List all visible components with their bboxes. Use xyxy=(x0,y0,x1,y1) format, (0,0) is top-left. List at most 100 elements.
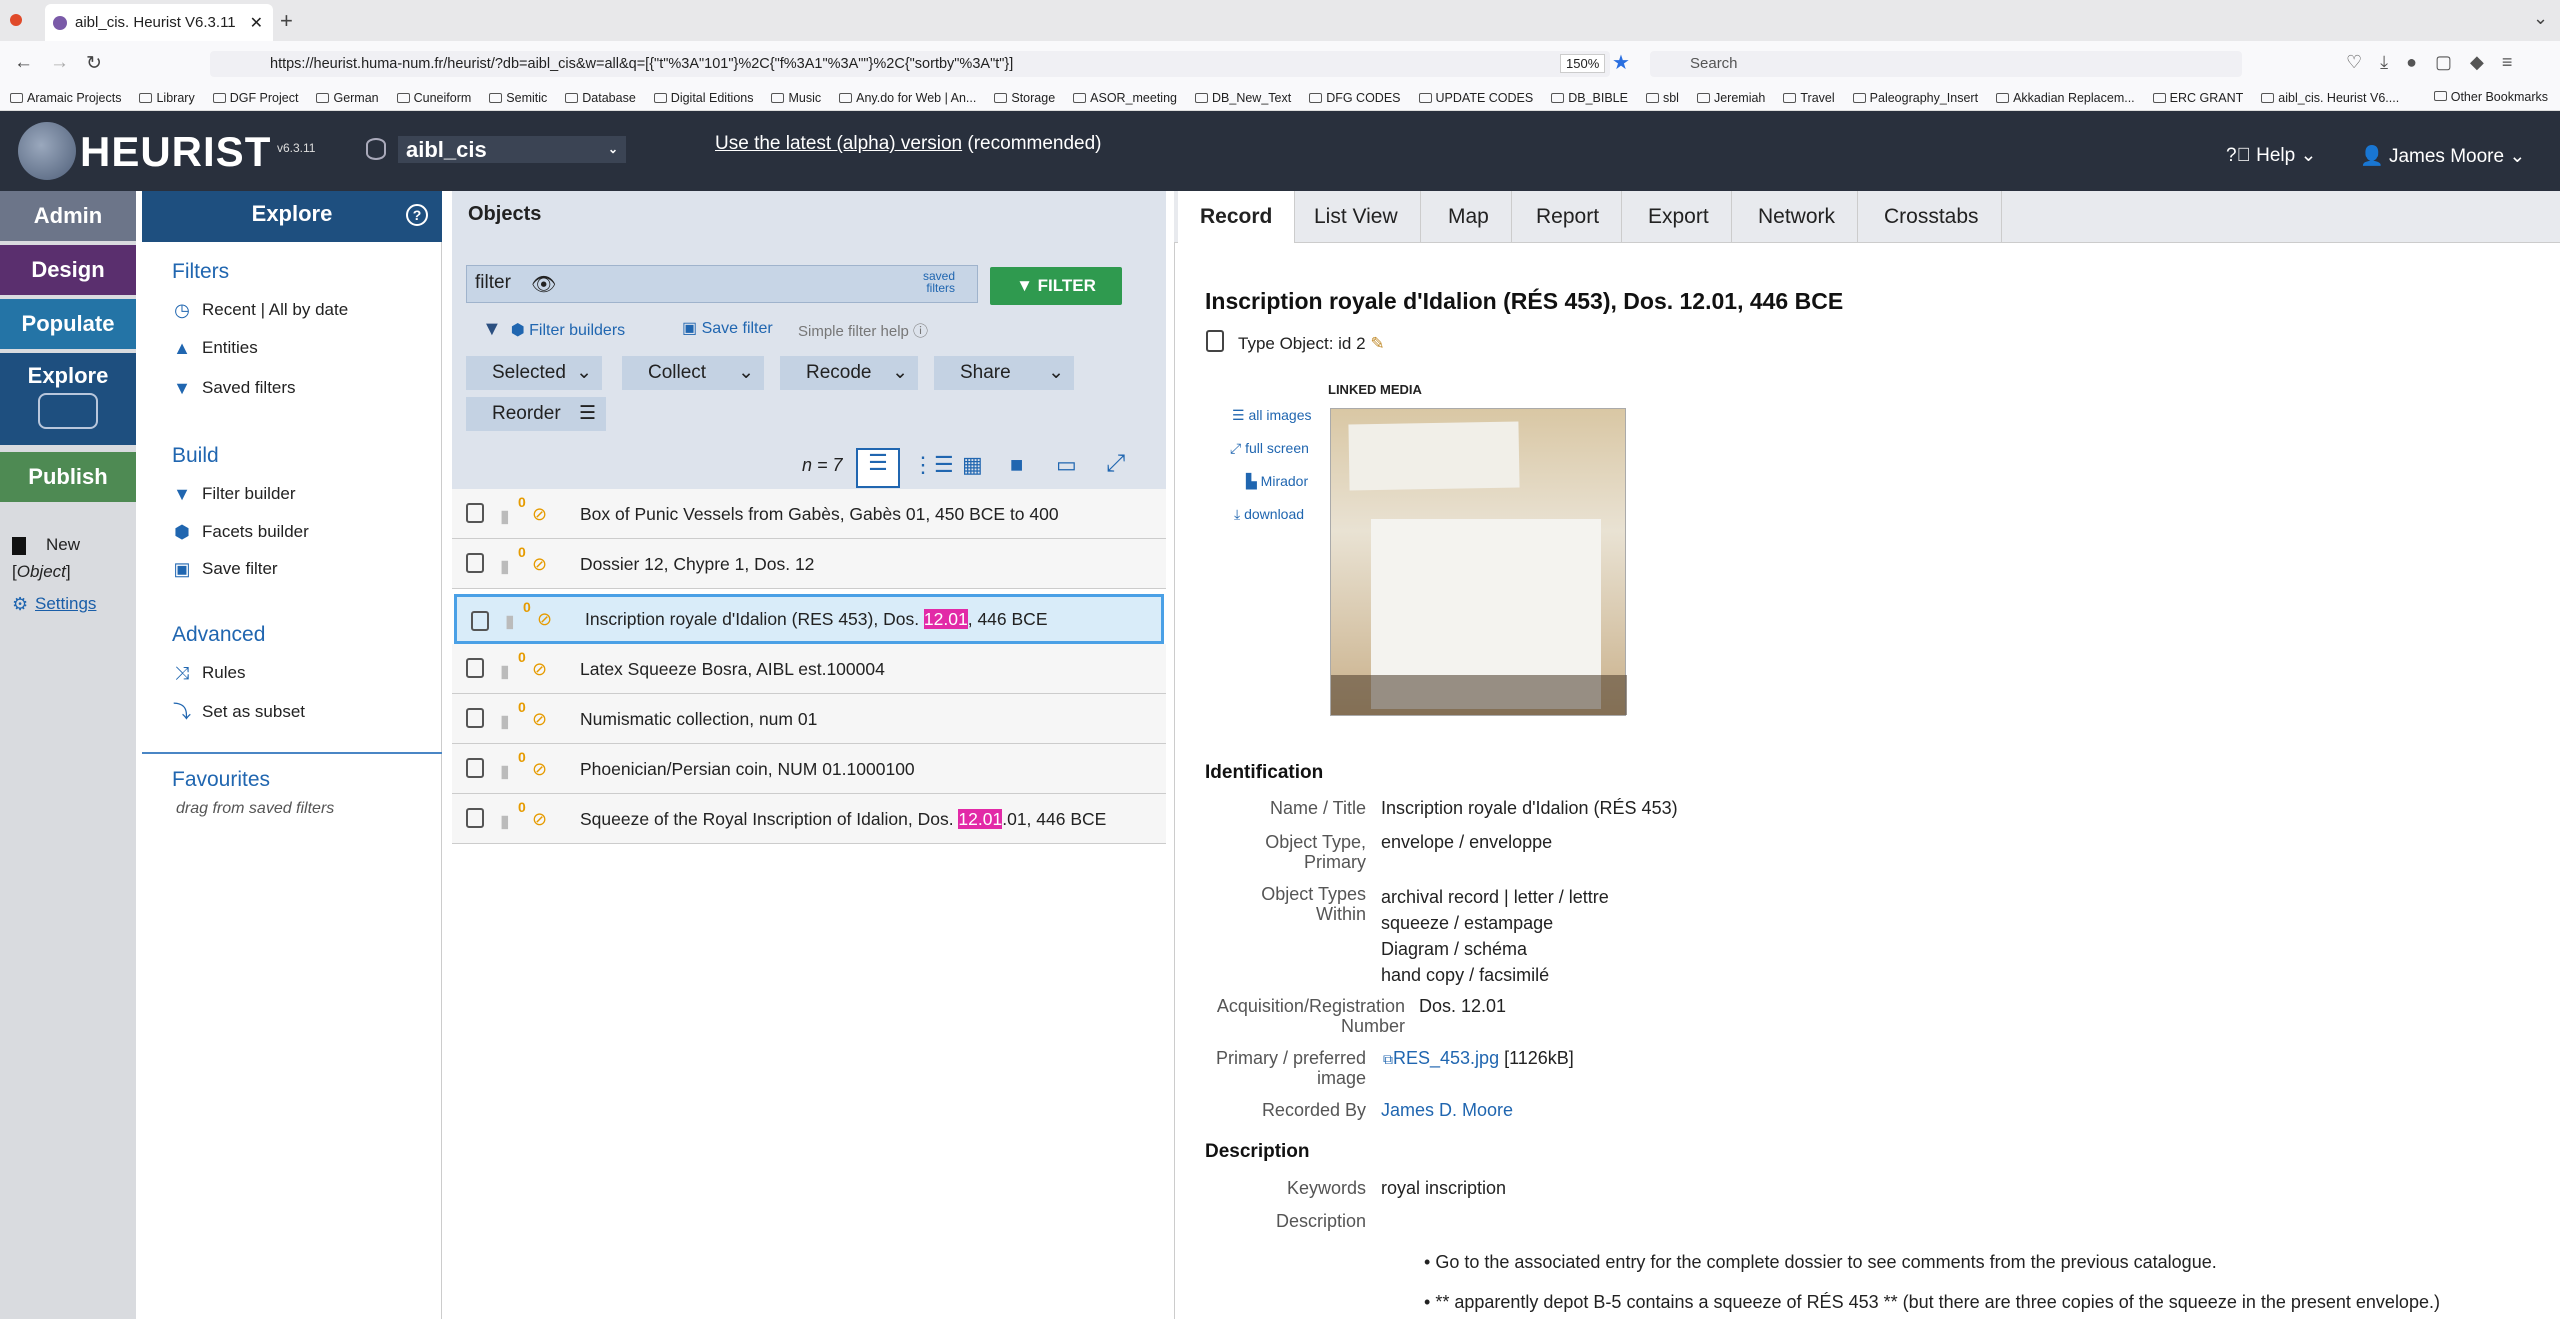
bookmark-item[interactable]: Digital Editions xyxy=(653,91,753,105)
save-filter-link[interactable]: ▣ Save filter xyxy=(682,318,773,338)
bookmark-icon[interactable]: ▮ xyxy=(500,696,510,746)
bookmark-item[interactable]: German xyxy=(316,91,379,105)
result-row[interactable]: ▮ 0 ⊘ Dossier 12, Chypre 1, Dos. 12 xyxy=(452,539,1166,589)
image-file-link[interactable]: RES_453.jpg xyxy=(1393,1048,1499,1068)
hidden-eye-icon[interactable]: ⊘ xyxy=(537,597,552,641)
bookmark-icon[interactable]: ▮ xyxy=(500,796,510,846)
hidden-eye-icon[interactable]: ⊘ xyxy=(532,489,547,539)
bookmark-icon[interactable]: ▮ xyxy=(500,646,510,696)
set-subset-link[interactable]: ⤵ Set as subset xyxy=(172,702,305,722)
bookmark-icon[interactable]: ▮ xyxy=(505,599,515,643)
bookmark-item[interactable]: sbl xyxy=(1645,91,1679,105)
new-tab-icon[interactable]: + xyxy=(280,8,293,34)
bookmark-item[interactable]: UPDATE CODES xyxy=(1418,91,1533,105)
bookmark-item[interactable]: DB_New_Text xyxy=(1195,91,1291,105)
result-row[interactable]: ▮ 0 ⊘ Inscription royale d'Idalion (RES 453… xyxy=(454,594,1164,644)
hidden-eye-icon[interactable]: ⊘ xyxy=(532,644,547,694)
detail-list-icon[interactable]: ⋮☰ xyxy=(912,452,954,478)
selected-menu[interactable]: Selected ⌄ xyxy=(466,356,602,390)
result-row[interactable]: ▮ 0 ⊘ Box of Punic Vessels from Gabès, Gabè… xyxy=(452,489,1166,539)
bookmark-item[interactable]: Any.do for Web | An... xyxy=(839,91,976,105)
tab-network[interactable]: Network xyxy=(1736,191,1859,243)
filter-builder-link[interactable]: ▼ Filter builder xyxy=(172,484,295,504)
result-row[interactable]: ▮ 0 ⊘ Latex Squeeze Bosra, AIBL est.100004 xyxy=(452,644,1166,694)
forward-icon[interactable]: → xyxy=(50,52,69,74)
tab-record[interactable]: Record xyxy=(1178,191,1296,243)
bookmark-item[interactable]: DGF Project xyxy=(212,91,298,105)
tab-crosstabs[interactable]: Crosstabs xyxy=(1862,191,2002,243)
filter-input[interactable]: filter 👁 saved filters xyxy=(466,265,978,303)
database-select[interactable]: aibl_cis ⌄ xyxy=(398,136,626,163)
bookmark-icon[interactable]: ▮ xyxy=(500,491,510,541)
tab-list-view[interactable]: List View xyxy=(1292,191,1421,243)
hidden-eye-icon[interactable]: ⊘ xyxy=(532,694,547,744)
entities-link[interactable]: ▲ Entities xyxy=(172,338,258,358)
bookmark-item[interactable]: DB_BIBLE xyxy=(1551,91,1628,105)
recent-link[interactable]: ◷ Recent | All by date xyxy=(172,300,348,320)
full-screen-link[interactable]: ⤢ full screen xyxy=(1230,440,1309,457)
mirador-link[interactable]: ▙ Mirador xyxy=(1246,473,1308,490)
bookmark-item[interactable]: Database xyxy=(565,91,636,105)
recorded-by-link[interactable]: James D. Moore xyxy=(1381,1100,1513,1121)
share-menu[interactable]: Share ⌄ xyxy=(934,356,1074,390)
thumbnail-view-icon[interactable]: ■ xyxy=(1010,452,1023,478)
bookmark-item[interactable]: Aramaic Projects xyxy=(10,91,121,105)
new-record-button[interactable]: New [Object] xyxy=(12,531,80,585)
reorder-button[interactable]: Reorder ☰ xyxy=(466,397,606,431)
help-menu[interactable]: ?⃝ Help ⌄ xyxy=(2226,144,2316,167)
tab-map[interactable]: Map xyxy=(1426,191,1512,243)
list-view-icon[interactable]: ☰ xyxy=(856,448,900,488)
bookmark-item[interactable]: ASOR_meeting xyxy=(1073,91,1177,105)
zoom-indicator[interactable]: 150% xyxy=(1560,54,1606,73)
hidden-eye-icon[interactable]: ⊘ xyxy=(532,744,547,794)
settings-link[interactable]: Settings xyxy=(35,594,96,614)
save-filter-link[interactable]: ▣ Save filter xyxy=(172,559,277,579)
saved-filters-dropdown[interactable]: saved filters xyxy=(911,270,955,294)
tab-export[interactable]: Export xyxy=(1626,191,1732,243)
record-view-icon[interactable]: ▭ xyxy=(1056,452,1077,478)
bookmark-item[interactable]: Music xyxy=(771,91,821,105)
facets-builder-link[interactable]: ⬢ Facets builder xyxy=(172,522,309,542)
eye-icon[interactable]: 👁 xyxy=(531,272,556,297)
tab-report[interactable]: Report xyxy=(1514,191,1623,243)
browser-search-input[interactable]: Search xyxy=(1650,51,2242,77)
publish-button[interactable]: Publish xyxy=(0,452,136,502)
simple-filter-help[interactable]: Simple filter help ⓘ xyxy=(798,320,928,341)
download-link[interactable]: ⤓ download xyxy=(1234,506,1304,523)
bookmark-item[interactable]: Travel xyxy=(1783,91,1835,105)
result-row[interactable]: ▮ 0 ⊘ Phoenician/Persian coin, NUM 01.10001… xyxy=(452,744,1166,794)
bookmark-item[interactable]: Cuneiform xyxy=(396,91,471,105)
bookmark-item[interactable]: Jeremiah xyxy=(1696,91,1765,105)
bookmark-icon[interactable]: ▮ xyxy=(500,541,510,591)
result-row[interactable]: ▮ 0 ⊘ Squeeze of the Royal Inscription of I… xyxy=(452,794,1166,844)
url-input[interactable]: https://heurist.huma-num.fr/heurist/?db=… xyxy=(210,51,1610,77)
bookmark-item[interactable]: Paleography_Insert xyxy=(1852,91,1978,105)
reload-icon[interactable]: ↻ xyxy=(86,52,102,75)
other-bookmarks[interactable]: Other Bookmarks xyxy=(2434,90,2548,104)
media-thumbnail[interactable] xyxy=(1330,408,1627,716)
rules-link[interactable]: ⤨ Rules xyxy=(172,663,246,683)
result-row[interactable]: ▮ 0 ⊘ Numismatic collection, num 01 xyxy=(452,694,1166,744)
back-icon[interactable]: ← xyxy=(14,52,33,74)
pencil-icon[interactable]: ✎ xyxy=(1370,334,1384,353)
saved-filters-link[interactable]: ▼ Saved filters xyxy=(172,378,295,398)
close-tab-icon[interactable]: ✕ xyxy=(250,13,263,33)
help-circle-icon[interactable]: ? xyxy=(406,204,428,226)
all-images-link[interactable]: ☰ all images xyxy=(1232,407,1311,424)
user-menu[interactable]: 👤 James Moore ⌄ xyxy=(2360,144,2525,168)
hidden-eye-icon[interactable]: ⊘ xyxy=(532,539,547,589)
chevron-down-icon[interactable]: ⌄ xyxy=(2533,8,2548,29)
bookmark-item[interactable]: aibl_cis. Heurist V6.... xyxy=(2261,91,2399,105)
bookmark-item[interactable]: ERC GRANT xyxy=(2152,91,2243,105)
expand-icon[interactable]: ⤢ xyxy=(1106,450,1125,478)
filter-button[interactable]: ▼ FILTER xyxy=(990,267,1122,305)
populate-button[interactable]: Populate xyxy=(0,299,136,349)
design-button[interactable]: Design xyxy=(0,245,136,295)
bookmark-star-icon[interactable]: ★ xyxy=(1612,50,1630,75)
bookmark-item[interactable]: DFG CODES xyxy=(1309,91,1401,105)
hidden-eye-icon[interactable]: ⊘ xyxy=(532,794,547,844)
bookmark-item[interactable]: Storage xyxy=(994,91,1055,105)
bookmark-item[interactable]: Akkadian Replacem... xyxy=(1996,91,2135,105)
bookmark-icon[interactable]: ▮ xyxy=(500,746,510,796)
bookmark-item[interactable]: Library xyxy=(139,91,195,105)
